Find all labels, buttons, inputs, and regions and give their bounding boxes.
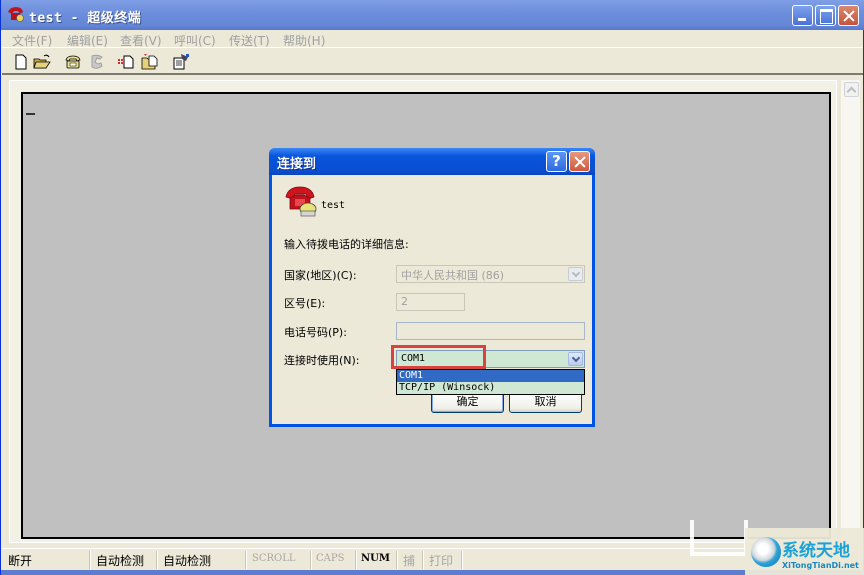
status-caps: CAPS [316,553,345,564]
status-separator [245,551,247,569]
status-separator [422,551,424,569]
area-code-value: 2 [401,295,408,308]
disconnect-phone-icon[interactable] [88,53,106,71]
chevron-down-icon[interactable] [568,352,583,366]
menu-view[interactable]: 查看(V) [120,32,162,49]
watermark-logo-icon [751,537,781,567]
dialog-close-button[interactable] [569,151,590,172]
dial-phone-icon[interactable] [64,53,82,71]
properties-icon[interactable] [172,53,190,71]
status-print: 打印 [429,554,454,568]
watermark-title: 系统天地 [782,541,850,561]
menu-help[interactable]: 帮助(H) [283,32,325,49]
help-button[interactable]: ? [546,151,567,172]
status-separator [89,551,91,569]
menu-file[interactable]: 文件(F) [12,32,52,49]
status-capture: 捕 [403,554,416,568]
telephone-icon [285,186,317,217]
country-value: 中华人民共和国 (86) [401,269,505,282]
dialog-title-bar[interactable]: 连接到 ? [269,148,595,175]
new-icon[interactable] [12,53,30,71]
cancel-button[interactable]: 取消 [509,392,582,413]
menu-transfer[interactable]: 传送(T) [229,32,270,49]
toolbar [2,49,863,75]
phone-number-label: 电话号码(P): [284,326,347,339]
dialog-description: 输入待拨电话的详细信息: [284,238,409,251]
window-title: test - 超级终端 [29,11,142,26]
status-autodetect-1: 自动检测 [96,554,145,568]
terminal-cursor [26,113,35,115]
window-bottom-border [1,570,864,575]
watermark-subtitle: XiTongTianDi.net [782,561,859,570]
connection-name: test [321,200,346,211]
open-folder-icon[interactable] [33,53,51,71]
menu-call[interactable]: 呼叫(C) [174,32,216,49]
area-code-input[interactable]: 2 [396,293,465,311]
maximize-button[interactable] [815,5,836,26]
title-bar[interactable]: test - 超级终端 [1,0,864,30]
watermark-house-outline [690,520,748,556]
dropdown-option-com1[interactable]: COM1 [397,370,584,382]
receive-file-icon[interactable] [141,53,159,71]
connect-using-dropdown-list: COM1 TCP/IP (Winsock) [396,369,585,395]
dialog-title: 连接到 [277,157,317,172]
country-select[interactable]: 中华人民共和国 (86) [396,265,585,283]
status-num: NUM [361,553,390,564]
area-code-label: 区号(E): [284,297,326,310]
status-autodetect-2: 自动检测 [163,554,212,568]
dropdown-option-tcpip[interactable]: TCP/IP (Winsock) [397,382,584,394]
connect-to-dialog: 连接到 ? test 输入待拨电话的详细信息: 国家(地区)(C): 中华人民共… [269,148,595,427]
ok-button[interactable]: 确定 [431,392,504,413]
vertical-scrollbar[interactable] [841,80,860,543]
status-connection: 断开 [8,554,33,568]
status-separator [156,551,158,569]
annotation-highlight-box [391,345,486,369]
country-label: 国家(地区)(C): [284,269,357,282]
send-file-icon[interactable] [117,53,135,71]
menu-bar: 文件(F) 编辑(E) 查看(V) 呼叫(C) 传送(T) 帮助(H) [2,30,863,48]
status-separator [355,551,357,569]
chevron-down-icon[interactable] [568,267,583,281]
watermark: 系统天地 XiTongTianDi.net [745,528,864,575]
status-separator [310,551,312,569]
status-separator [396,551,398,569]
menu-edit[interactable]: 编辑(E) [67,32,108,49]
hyperterminal-app-icon [8,7,24,22]
status-separator [461,551,463,569]
minimize-button[interactable] [792,5,813,26]
phone-number-input[interactable] [396,322,585,340]
close-button[interactable] [838,5,859,26]
status-scroll: SCROLL [252,553,296,564]
scroll-up-button[interactable] [844,82,859,97]
connect-using-label: 连接时使用(N): [284,354,360,367]
